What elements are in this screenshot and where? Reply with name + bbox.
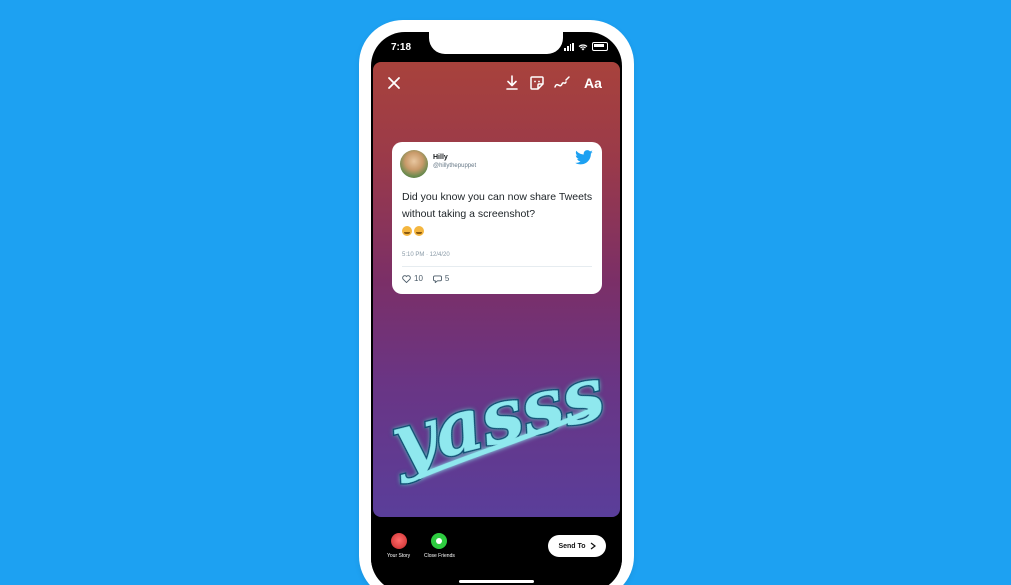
tweet-author-name: Hilly	[433, 154, 448, 161]
phone-notch	[429, 32, 563, 54]
reply-stat[interactable]: 5	[432, 274, 450, 283]
story-canvas: Aa Hilly @hillythepuppet Did you know yo…	[373, 62, 620, 517]
battery-icon	[592, 42, 608, 51]
tweet-timestamp: 5:10 PM · 12/4/20	[402, 252, 450, 258]
stage-background: 7:18 Aa Hilly @hillythepuppet Did you kn…	[0, 0, 1011, 585]
home-indicator	[459, 580, 534, 583]
tweet-stats: 10 5	[402, 274, 449, 283]
reply-icon	[432, 274, 442, 283]
status-bar: 7:18	[371, 32, 622, 62]
your-story-button[interactable]: Your Story	[387, 533, 410, 559]
tweet-text: Did you know you can now share Tweets wi…	[402, 191, 593, 220]
tweet-card[interactable]: Hilly @hillythepuppet Did you know you c…	[392, 142, 602, 294]
like-count: 10	[414, 274, 423, 283]
close-friends-button[interactable]: Close Friends	[424, 533, 455, 559]
signal-icon	[564, 42, 574, 51]
download-icon[interactable]	[501, 72, 523, 94]
avatar	[400, 150, 428, 178]
status-icons	[564, 42, 608, 51]
like-stat[interactable]: 10	[402, 274, 423, 283]
text-tool-button[interactable]: Aa	[576, 72, 610, 94]
close-friends-icon	[431, 533, 448, 549]
draw-icon[interactable]	[551, 72, 573, 94]
send-to-label: Send To	[558, 542, 586, 550]
divider	[402, 266, 592, 267]
chevron-right-icon	[590, 542, 596, 550]
yasss-sticker[interactable]: yasss	[387, 347, 617, 497]
grimace-emoji-icon	[402, 226, 412, 236]
bottom-bar: Your Story Close Friends Send To	[371, 517, 622, 585]
send-to-button[interactable]: Send To	[548, 535, 606, 557]
status-time: 7:18	[391, 42, 412, 53]
twitter-bird-icon	[575, 150, 593, 165]
story-toolbar: Aa	[373, 62, 620, 106]
your-story-label: Your Story	[387, 553, 411, 559]
phone-screen: 7:18 Aa Hilly @hillythepuppet Did you kn…	[371, 32, 622, 585]
reply-count: 5	[444, 274, 450, 283]
phone-frame: 7:18 Aa Hilly @hillythepuppet Did you kn…	[359, 20, 634, 585]
close-friends-label: Close Friends	[424, 553, 455, 559]
sticker-icon[interactable]	[526, 72, 548, 94]
close-icon[interactable]	[383, 72, 405, 94]
grimace-emoji-icon	[414, 226, 424, 236]
wifi-icon	[578, 43, 588, 50]
heart-icon	[402, 274, 411, 283]
your-story-avatar	[390, 533, 407, 549]
tweet-emojis	[402, 226, 424, 236]
tweet-author-handle: @hillythepuppet	[433, 163, 477, 169]
